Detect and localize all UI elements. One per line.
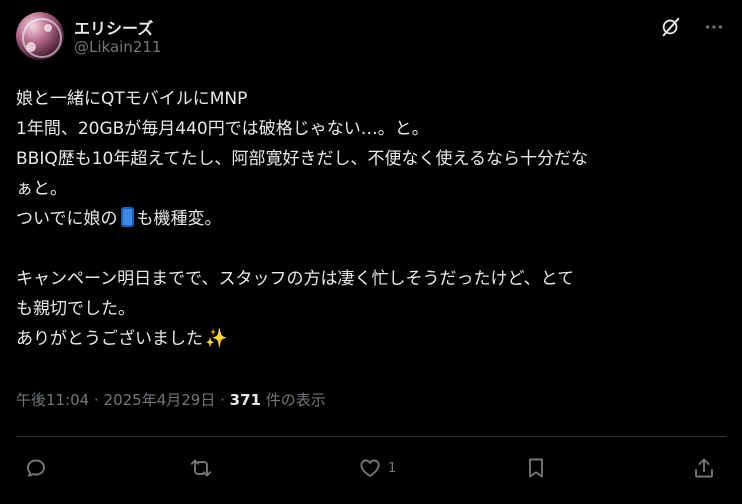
post-time[interactable]: 午後11:04: [16, 391, 89, 409]
post-line-part: ついでに娘の: [16, 209, 118, 229]
meta-separator: ·: [89, 391, 104, 409]
post-line: ありがとうございました ✨: [16, 324, 728, 354]
bookmark-button[interactable]: [524, 448, 548, 488]
avatar-petal: [26, 42, 36, 52]
more-icon[interactable]: [702, 16, 726, 38]
avatar[interactable]: [16, 12, 64, 60]
action-bar: 1: [16, 448, 726, 488]
like-button[interactable]: 1: [358, 448, 396, 488]
meta-separator: ·: [215, 391, 230, 409]
reply-icon: [27, 459, 45, 477]
repost-button[interactable]: [189, 448, 219, 488]
bookmark-icon: [529, 458, 543, 478]
post-line: 1年間、20GBが毎月440円では破格じゃない…。と。: [16, 119, 429, 139]
like-icon: [360, 459, 380, 477]
post-line-part: ありがとうございました: [16, 329, 203, 349]
reply-button[interactable]: [24, 448, 54, 488]
post-line: も親切でした。: [16, 299, 135, 319]
post-line-part: も機種変。: [136, 209, 222, 229]
sparkles-emoji: ✨: [205, 328, 228, 349]
post-date[interactable]: 2025年4月29日: [104, 391, 216, 409]
repost-icon: [190, 459, 212, 477]
post-header: エリシーズ @Likain211: [16, 12, 726, 60]
mobile-phone-emoji: [120, 207, 134, 227]
views-count: 371: [229, 391, 261, 409]
divider: [16, 436, 726, 437]
display-name[interactable]: エリシーズ: [74, 15, 153, 39]
post-text: 娘と一緒にQTモバイルにMNP 1年間、20GBが毎月440円では破格じゃない……: [16, 84, 728, 354]
like-count: 1: [388, 460, 397, 476]
user-handle[interactable]: @Likain211: [74, 38, 161, 56]
grok-icon[interactable]: [660, 16, 682, 38]
post-line: BBIQ歴も10年超えてたし、阿部寛好きだし、不便なく使えるなら十分だな: [16, 149, 588, 169]
post-meta: 午後11:04 · 2025年4月29日 · 371 件の表示: [16, 389, 326, 410]
share-button[interactable]: [692, 448, 716, 488]
avatar-petal: [44, 24, 52, 32]
post-line: ついでに娘の も機種変。: [16, 204, 728, 234]
views-label: 件の表示: [260, 391, 326, 409]
post-line: ぁと。: [16, 179, 67, 199]
post-line: キャンペーン明日までで、スタッフの方は凄く忙しそうだったけど、とて: [16, 269, 575, 289]
share-icon: [695, 458, 713, 478]
post-line: 娘と一緒にQTモバイルにMNP: [16, 89, 248, 109]
avatar-ring: [22, 18, 62, 58]
